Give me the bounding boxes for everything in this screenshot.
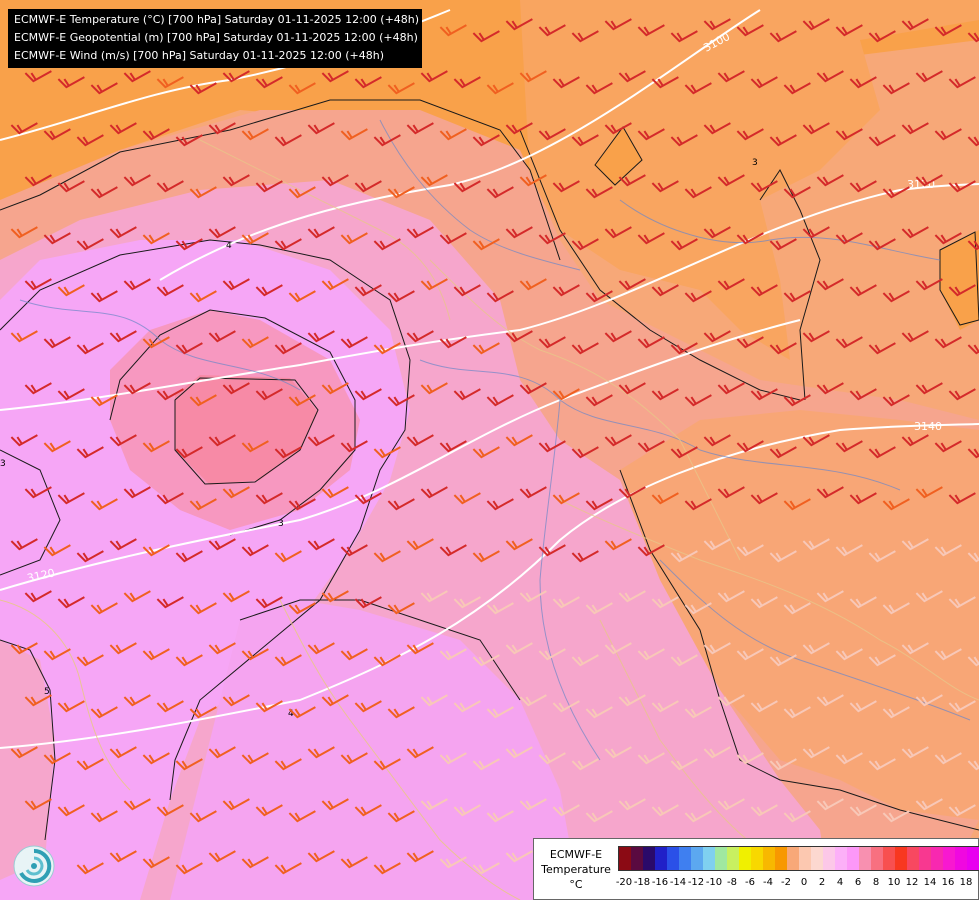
temperature-label: 4 <box>226 241 232 251</box>
legend-swatch <box>631 847 643 870</box>
weather-map: 3100 3120 3140 3120 4 3 3 4 5 3 ECMWF-E … <box>0 0 979 900</box>
legend-tick-label: -20 <box>615 877 633 888</box>
legend-swatch <box>643 847 655 870</box>
legend-tick-label: -8 <box>727 877 737 888</box>
legend-color-bar <box>618 846 979 871</box>
legend-swatch <box>619 847 631 870</box>
legend-tick-label: -6 <box>745 877 755 888</box>
legend-swatch <box>931 847 943 870</box>
legend-swatch <box>859 847 871 870</box>
legend-tick-label: -12 <box>687 877 705 888</box>
temperature-label: 3 <box>752 158 758 168</box>
legend-swatch <box>727 847 739 870</box>
legend-swatch <box>763 847 775 870</box>
legend-swatch <box>667 847 679 870</box>
legend-swatch <box>895 847 907 870</box>
legend-swatch <box>691 847 703 870</box>
legend-swatch <box>775 847 787 870</box>
legend-swatch <box>799 847 811 870</box>
legend-tick-label: 18 <box>959 877 973 888</box>
legend-swatch <box>919 847 931 870</box>
legend-swatch <box>847 847 859 870</box>
legend-swatch <box>811 847 823 870</box>
legend-swatch <box>823 847 835 870</box>
temperature-label: 3 <box>278 519 284 529</box>
legend-tick-label: 0 <box>800 877 808 888</box>
title-wind: ECMWF-E Wind (m/s) [700 hPa] Saturday 01… <box>14 49 384 62</box>
legend-swatch <box>967 847 979 870</box>
legend-unit: °C <box>569 878 583 891</box>
legend-title-line: Temperature <box>541 863 611 876</box>
legend-tick-label: 8 <box>872 877 880 888</box>
legend-tick-label: 12 <box>905 877 919 888</box>
temperature-legend: ECMWF-E Temperature °C -20 -18 -16 -14 -12 -1… <box>533 838 979 900</box>
legend-swatch <box>655 847 667 870</box>
legend-tick-label: 14 <box>923 877 937 888</box>
legend-tick-label: -2 <box>781 877 791 888</box>
legend-tick-label: -16 <box>651 877 669 888</box>
legend-swatch <box>751 847 763 870</box>
legend-tick-label: 2 <box>818 877 826 888</box>
legend-swatch <box>883 847 895 870</box>
legend-swatch <box>955 847 967 870</box>
legend-swatch <box>787 847 799 870</box>
legend-swatch <box>907 847 919 870</box>
legend-title-line: ECMWF-E <box>549 848 603 861</box>
temperature-label: 3 <box>0 459 6 469</box>
title-geopotential: ECMWF-E Geopotential (m) [700 hPa] Satur… <box>14 31 418 44</box>
title-temperature: ECMWF-E Temperature (°C) [700 hPa] Satur… <box>14 13 420 26</box>
legend-tick-label: -14 <box>669 877 687 888</box>
legend-tick-label: 10 <box>887 877 901 888</box>
legend-swatch <box>703 847 715 870</box>
geopotential-label: 3140 <box>914 420 942 433</box>
legend-swatch <box>715 847 727 870</box>
legend-tick-label: -10 <box>705 877 723 888</box>
legend-tick-label: 16 <box>941 877 955 888</box>
legend-swatch <box>871 847 883 870</box>
legend-swatch <box>835 847 847 870</box>
legend-tick-label: 6 <box>854 877 862 888</box>
legend-title: ECMWF-E Temperature °C <box>540 847 612 892</box>
map-canvas: 3100 3120 3140 3120 4 3 3 4 5 3 <box>0 0 979 900</box>
legend-swatch <box>943 847 955 870</box>
map-title-box: ECMWF-E Temperature (°C) [700 hPa] Satur… <box>8 9 422 68</box>
legend-swatch <box>739 847 751 870</box>
legend-ticks: -20 -18 -16 -14 -12 -10 -8 -6 -4 -2 0 2 4 6 8 10 12 14 16 1… <box>615 877 978 891</box>
legend-tick-label: -4 <box>763 877 773 888</box>
legend-tick-label: 4 <box>836 877 844 888</box>
legend-swatch <box>679 847 691 870</box>
ecmwf-logo-icon <box>13 845 55 887</box>
geopotential-label: 3120 <box>907 178 935 191</box>
legend-tick-label: -18 <box>633 877 651 888</box>
